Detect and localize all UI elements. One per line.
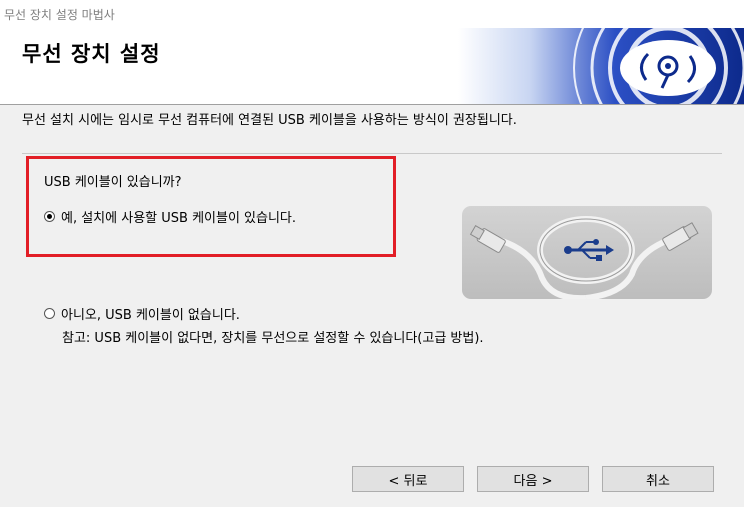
radio-no[interactable] (44, 308, 55, 319)
title-bar: 무선 장치 설정 마법사 (0, 0, 744, 28)
divider (22, 153, 722, 154)
usb-cable-image (462, 206, 712, 302)
question-label: USB 케이블이 있습니까? (44, 175, 182, 190)
option-no[interactable]: 아니오, USB 케이블이 없습니다. (44, 304, 240, 323)
header-panel: 무선 장치 설정 (0, 28, 744, 105)
back-button[interactable]: < 뒤로 (352, 466, 464, 492)
next-button[interactable]: 다음 > (477, 466, 589, 492)
option-no-label[interactable]: 아니오, USB 케이블이 없습니다. (61, 304, 240, 323)
wireless-logo-icon (458, 28, 744, 104)
window-title: 무선 장치 설정 마법사 (4, 8, 115, 22)
wireless-banner (458, 28, 744, 104)
intro-text: 무선 설치 시에는 임시로 무선 컴퓨터에 연결된 USB 케이블을 사용하는 … (22, 113, 517, 128)
page-title: 무선 장치 설정 (22, 42, 161, 66)
radio-yes[interactable] (44, 211, 55, 222)
note-text: 참고: USB 케이블이 없다면, 장치를 무선으로 설정할 수 있습니다(고급… (62, 331, 484, 346)
option-yes[interactable]: 예, 설치에 사용할 USB 케이블이 있습니다. (44, 207, 296, 226)
cancel-button[interactable]: 취소 (602, 466, 714, 492)
option-yes-label[interactable]: 예, 설치에 사용할 USB 케이블이 있습니다. (61, 207, 296, 226)
